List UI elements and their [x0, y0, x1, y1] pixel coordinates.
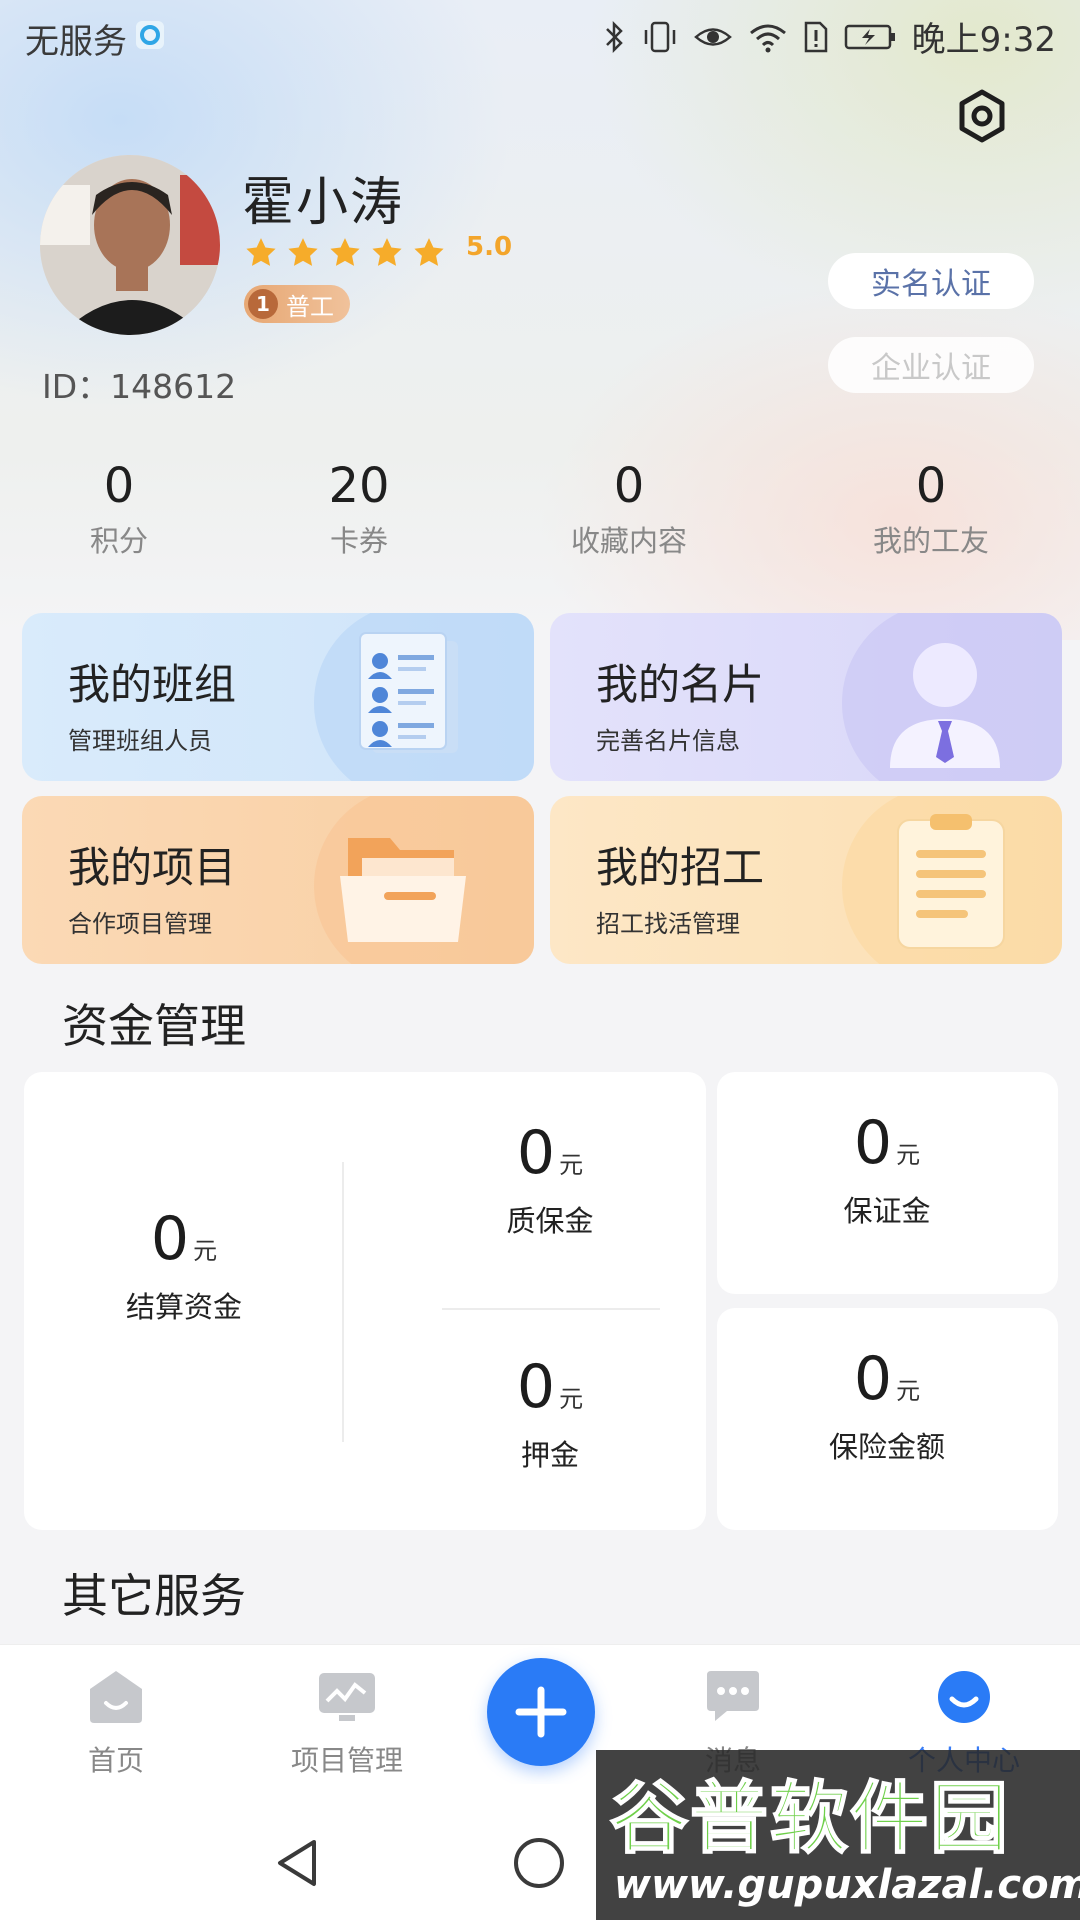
watermark-title: 谷普软件园: [609, 1773, 1011, 1865]
rating-value: 5.0: [466, 232, 513, 262]
amount-value: 0: [150, 1204, 190, 1274]
my-projects-card[interactable]: 我的项目 合作项目管理: [22, 796, 534, 964]
stat-value: 20: [328, 458, 390, 514]
tab-label: 首页: [87, 1744, 144, 1777]
card-subtitle: 管理班组人员: [68, 727, 212, 755]
star-icon: [288, 238, 318, 266]
card-title: 我的项目: [68, 843, 237, 892]
card-subtitle: 合作项目管理: [68, 910, 212, 938]
stat-coupons[interactable]: 20 卡券: [259, 458, 459, 560]
wifi-icon: [748, 21, 788, 53]
amount-value: 0: [516, 1118, 556, 1188]
watermark-logo: 谷普软件园 www.gupuxlazal.com: [596, 1750, 1080, 1920]
card-subtitle: 招工找活管理: [596, 910, 740, 938]
settlement-funds[interactable]: 0元 结算资金: [84, 1204, 284, 1326]
amount-value: 0: [853, 1344, 893, 1414]
carrier-text: 无服务: [25, 22, 127, 62]
stat-favorites[interactable]: 0 收藏内容: [529, 458, 729, 560]
tab-label: 项目管理: [290, 1744, 403, 1777]
amount-label: 保险金额: [828, 1430, 945, 1464]
stat-value: 0: [103, 458, 135, 514]
status-bar-left: 无服务: [25, 14, 165, 63]
watermark-url: www.gupuxlazal.com: [614, 1862, 1080, 1908]
eye-comfort-icon: [693, 22, 732, 52]
settings-icon[interactable]: [954, 88, 1010, 144]
stat-label: 卡券: [329, 524, 388, 558]
folder-icon: [340, 838, 466, 942]
home-icon: [90, 1671, 142, 1723]
app-notification-icon: [135, 19, 165, 59]
add-button[interactable]: [487, 1658, 595, 1766]
amount-unit: 元: [559, 1385, 584, 1413]
team-roster-icon: [359, 632, 458, 753]
card-title: 我的招工: [596, 843, 765, 892]
star-icon: [414, 238, 444, 266]
sim-alert-icon: [804, 21, 828, 53]
plus-icon: [515, 1686, 567, 1738]
deposit-funds[interactable]: 0元 押金: [450, 1352, 650, 1474]
enterprise-verify-button[interactable]: 企业认证: [828, 337, 1034, 393]
funds-section-title: 资金管理: [62, 999, 246, 1053]
insurance-amount: 0元 保险金额: [787, 1344, 987, 1466]
tab-project-management[interactable]: 项目管理: [247, 1669, 447, 1779]
worker-level-badge: 1 普工: [244, 285, 350, 323]
card-subtitle: 完善名片信息: [596, 727, 740, 755]
amount-label: 质保金: [506, 1204, 594, 1238]
my-team-card[interactable]: 我的班组 管理班组人员: [22, 613, 534, 781]
star-rating: [244, 236, 446, 270]
user-id: ID：148612: [42, 367, 237, 406]
amount-label: 保证金: [843, 1194, 931, 1228]
stat-value: 0: [915, 458, 947, 514]
profile-smile-icon: [938, 1671, 990, 1723]
star-icon: [246, 238, 276, 266]
clock-text: 晚上9:32: [911, 20, 1056, 60]
tab-home[interactable]: 首页: [16, 1669, 216, 1779]
my-recruitment-card[interactable]: 我的招工 招工找活管理: [550, 796, 1062, 964]
chat-bubble-icon: [707, 1671, 759, 1721]
stat-label: 积分: [89, 524, 148, 558]
amount-unit: 元: [559, 1151, 584, 1179]
insurance-panel[interactable]: 0元 保险金额: [717, 1308, 1058, 1530]
badge-label: 普工: [286, 292, 334, 321]
warranty-funds[interactable]: 0元 质保金: [450, 1118, 650, 1240]
star-icon: [330, 238, 360, 266]
monitor-chart-icon: [319, 1673, 375, 1721]
amount-value: 0: [853, 1108, 893, 1178]
card-title: 我的班组: [68, 660, 237, 709]
security-deposit-panel[interactable]: 0元 保证金: [717, 1072, 1058, 1294]
back-icon[interactable]: [274, 1838, 320, 1888]
funds-main-panel: 0元 结算资金 0元 质保金 0元 押金: [24, 1072, 706, 1530]
stat-label: 收藏内容: [570, 524, 687, 558]
status-bar-right: 晚上9:32: [604, 12, 1056, 61]
amount-unit: 元: [896, 1141, 921, 1169]
my-business-card[interactable]: 我的名片 完善名片信息: [550, 613, 1062, 781]
avatar[interactable]: [40, 155, 220, 335]
amount-label: 结算资金: [125, 1290, 242, 1324]
star-icon: [372, 238, 402, 266]
amount-label: 押金: [520, 1438, 579, 1472]
other-services-title: 其它服务: [62, 1569, 246, 1623]
home-circle-icon[interactable]: [512, 1836, 566, 1890]
stat-points[interactable]: 0 积分: [19, 458, 219, 560]
security-deposit: 0元 保证金: [787, 1108, 987, 1230]
stat-value: 0: [613, 458, 645, 514]
person-icon: [890, 643, 1000, 768]
stat-label: 我的工友: [872, 524, 989, 558]
divider: [442, 1308, 660, 1310]
level-coin-icon: 1: [248, 289, 278, 319]
user-name: 霍小涛: [242, 173, 405, 233]
stat-workmates[interactable]: 0 我的工友: [831, 458, 1031, 560]
clipboard-icon: [897, 814, 1005, 949]
vibrate-icon: [642, 20, 678, 54]
card-title: 我的名片: [596, 660, 765, 709]
real-name-verify-button[interactable]: 实名认证: [828, 253, 1034, 309]
divider: [342, 1162, 344, 1442]
battery-charging-icon: [844, 23, 896, 51]
amount-unit: 元: [896, 1377, 921, 1405]
bluetooth-icon: [604, 20, 626, 54]
amount-value: 0: [516, 1352, 556, 1422]
amount-unit: 元: [193, 1237, 218, 1265]
